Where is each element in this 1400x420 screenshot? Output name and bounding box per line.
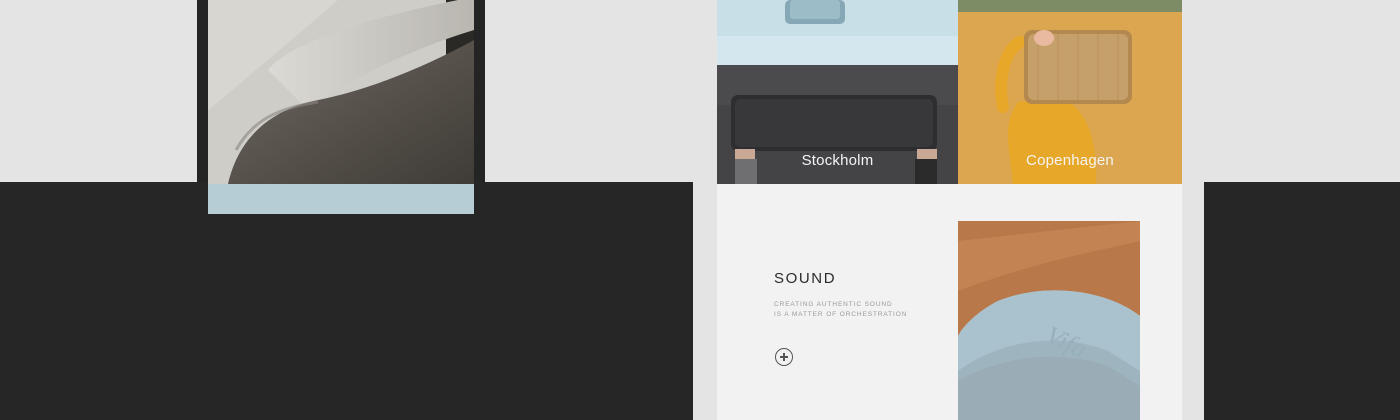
speaker-fabric-illustration [208,0,474,184]
plus-circle-icon[interactable] [775,348,793,366]
pale-blue-strip [208,184,474,214]
background-dark-right [1204,182,1400,420]
speaker-tile-pale-blue[interactable] [717,0,958,65]
leather-strap-illustration: Vifa [958,221,1140,420]
section-title: SOUND [774,270,837,287]
subtitle-line-1: CREATING AUTHENTIC SOUND [774,301,893,308]
subtitle-line-2: IS A MATTER OF ORCHESTRATION [774,311,908,318]
stockholm-tile[interactable]: Stockholm [717,65,958,184]
speaker-detail-image: Vifa [958,221,1140,420]
section-subtitle: CREATING AUTHENTIC SOUND IS A MATTER OF … [774,300,907,320]
background-dark-left [0,182,693,420]
tile-label-stockholm: Stockholm [801,152,874,169]
copenhagen-tile[interactable]: Copenhagen [958,12,1182,184]
speaker-closeup-image [208,0,474,184]
olive-tile-edge [958,0,1182,12]
blue-speaker-image [717,0,958,65]
tile-label-copenhagen: Copenhagen [1026,152,1114,169]
